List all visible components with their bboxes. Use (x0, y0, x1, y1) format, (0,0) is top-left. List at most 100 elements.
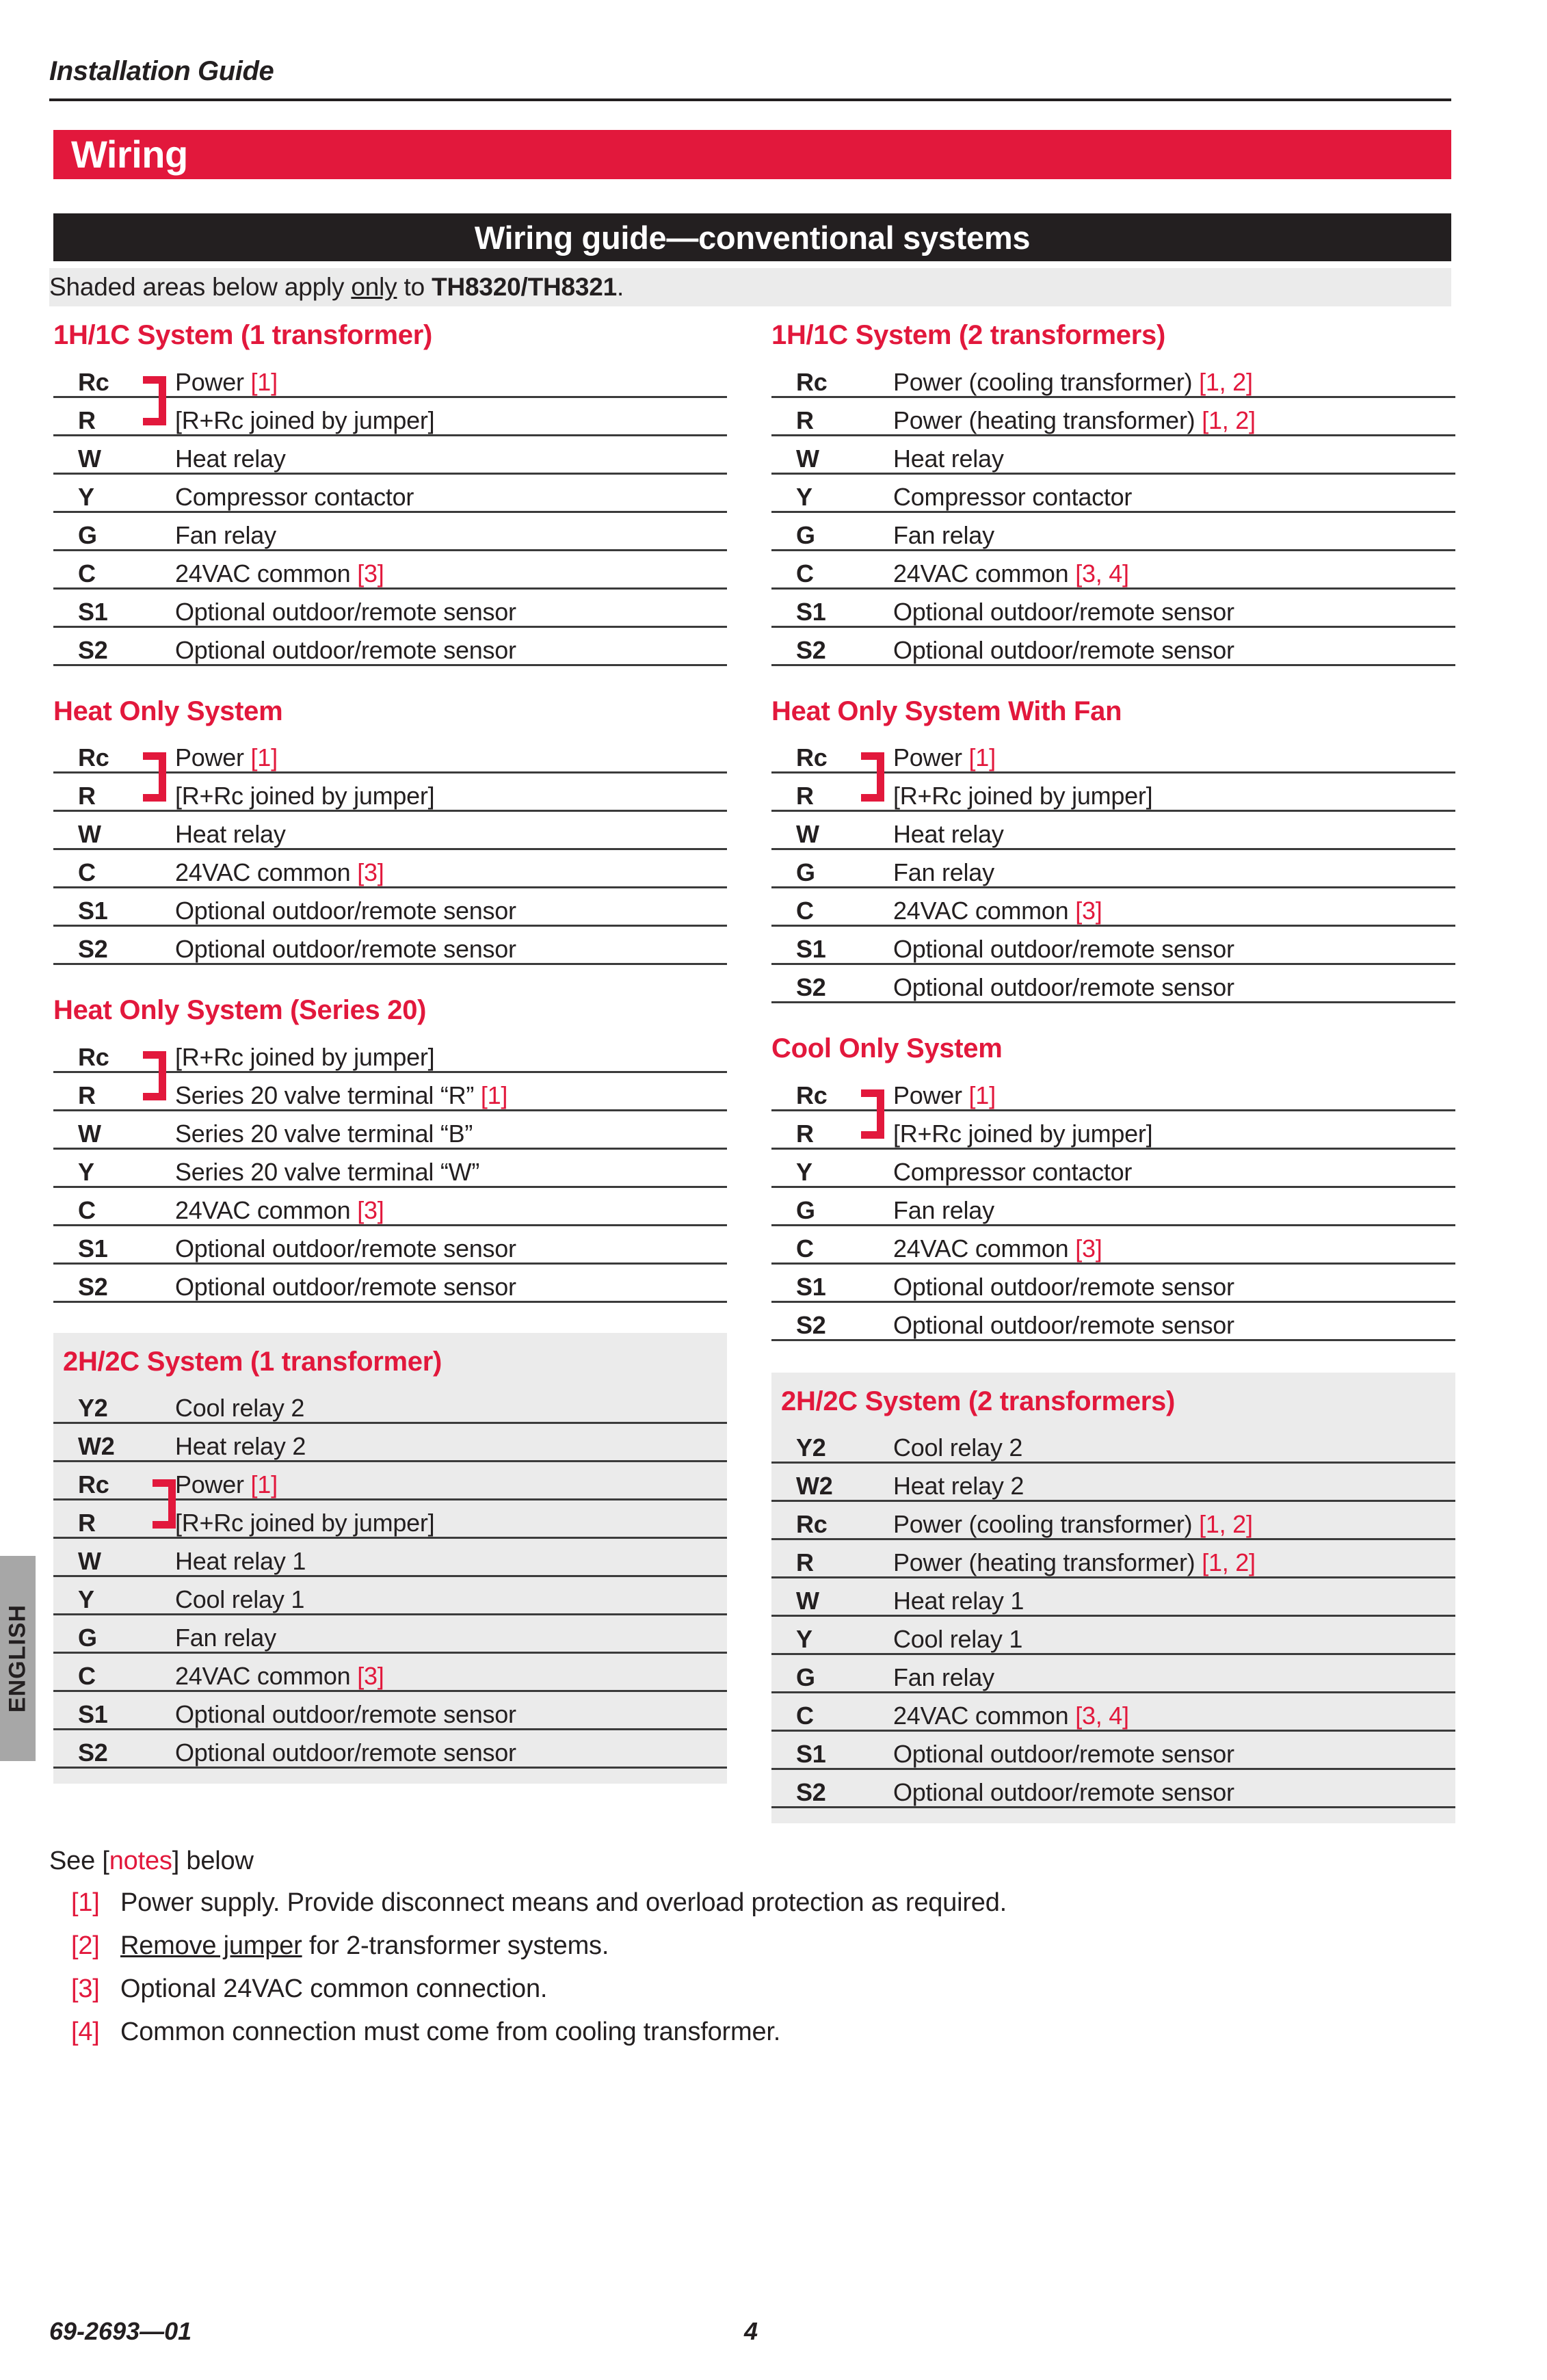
wiring-table-wrap: Rc Power [1] R [R+Rc joined by jumper] W Heat… (53, 358, 727, 666)
wiring-row: S1 Optional outdoor/remote sensor (53, 1691, 727, 1730)
terminal-description-text: Heat relay 1 (893, 1587, 1024, 1615)
terminal-description-text: 24VAC common (175, 1195, 358, 1224)
terminal-description: Power [1] (168, 734, 727, 774)
terminal-label: S1 (771, 588, 886, 628)
terminal-description-text: Fan relay (175, 1624, 276, 1652)
terminal-label: R (771, 397, 886, 436)
note-marker: [3] (71, 1974, 100, 2003)
terminal-description-text: Heat relay 1 (175, 1547, 306, 1575)
terminal-label: C (53, 550, 168, 590)
terminal-description-text: Fan relay (893, 1195, 994, 1224)
wiring-row: Rc Power (cooling transformer) [1, 2] (771, 358, 1455, 398)
terminal-description: 24VAC common [3] (168, 1652, 727, 1692)
notes-lead-post: ] below (172, 1847, 254, 1875)
terminal-description-text: Fan relay (893, 1663, 994, 1691)
terminal-description: Optional outdoor/remote sensor (168, 588, 727, 628)
wiring-row: C 24VAC common [3, 4] (771, 1692, 1455, 1732)
note-reference: [3] (1075, 1234, 1102, 1262)
terminal-label: Y2 (771, 1424, 886, 1464)
terminal-label: Y (771, 473, 886, 513)
terminal-description: Heat relay (886, 810, 1455, 850)
note-reference: [3] (357, 858, 384, 886)
terminal-description-text: Heat relay 2 (893, 1472, 1024, 1500)
note-reference: [1] (968, 1081, 996, 1109)
wiring-row: S2 Optional outdoor/remote sensor (53, 626, 727, 666)
wiring-row: W2 Heat relay 2 (53, 1423, 727, 1462)
wiring-block-title: Heat Only System (Series 20) (53, 995, 427, 1025)
terminal-label: C (53, 1187, 168, 1226)
wiring-row: C 24VAC common [3, 4] (771, 550, 1455, 590)
terminal-description: Series 20 valve terminal “R” [1] (168, 1072, 727, 1111)
terminal-description-text: Heat relay (893, 444, 1004, 473)
terminal-label: C (53, 849, 168, 888)
wiring-row: W Series 20 valve terminal “B” (53, 1110, 727, 1150)
terminal-description-text: [R+Rc joined by jumper] (893, 1119, 1153, 1148)
jumper-bracket-icon (153, 1479, 176, 1529)
terminal-description-text: Optional outdoor/remote sensor (175, 635, 516, 664)
note-reference: [1, 2] (1199, 367, 1253, 396)
terminal-description-text: [R+Rc joined by jumper] (893, 782, 1153, 810)
terminal-label: W (53, 435, 168, 475)
note-item: [3] Optional 24VAC common connection. (49, 1974, 1349, 2018)
terminal-description-text: Power (heating transformer) (893, 406, 1202, 434)
terminal-description-text: Optional outdoor/remote sensor (175, 935, 516, 963)
wiring-row: S1 Optional outdoor/remote sensor (771, 1730, 1455, 1770)
terminal-description: Optional outdoor/remote sensor (886, 626, 1455, 666)
right-column: 1H/1C System (2 transformers) Rc Power (co… (771, 321, 1455, 1823)
terminal-label: S2 (771, 626, 886, 666)
terminal-label: W (53, 1537, 168, 1577)
terminal-description: Power (cooling transformer) [1, 2] (886, 358, 1455, 398)
note-marker: [1] (71, 1888, 100, 1917)
wiring-table-wrap: Rc Power (cooling transformer) [1, 2] R Pow… (771, 358, 1455, 666)
terminal-description: Cool relay 1 (886, 1615, 1455, 1655)
note-text-rest: Power supply. Provide disconnect means a… (120, 1888, 1007, 1917)
terminal-label: S1 (771, 1730, 886, 1770)
wiring-row: G Fan relay (771, 512, 1455, 551)
running-head: Installation Guide (49, 56, 274, 86)
wiring-block-h1c-1t: 1H/1C System (1 transformer) Rc Power [1] R… (53, 321, 727, 666)
terminal-description: Optional outdoor/remote sensor (168, 1691, 727, 1730)
terminal-description-text: Fan relay (893, 520, 994, 549)
note-reference: [1] (250, 743, 278, 771)
terminal-description-text: [R+Rc joined by jumper] (175, 1042, 435, 1071)
chapter-bar: Wiring (53, 130, 1451, 179)
terminal-label: G (771, 1654, 886, 1693)
terminal-description: Optional outdoor/remote sensor (168, 925, 727, 965)
terminal-description-text: [R+Rc joined by jumper] (175, 1509, 435, 1537)
wiring-block-h1c-2t: 1H/1C System (2 transformers) Rc Power (co… (771, 321, 1455, 666)
terminal-description: Power (cooling transformer) [1, 2] (886, 1500, 1455, 1540)
jumper-bracket-icon (143, 752, 166, 802)
note-text: Common connection must come from cooling… (120, 2018, 780, 2047)
terminal-description-text: Cool relay 1 (175, 1585, 305, 1613)
terminal-description-text: Heat relay 2 (175, 1432, 306, 1460)
footer-doc-number: 69-2693—01 (49, 2317, 192, 2345)
terminal-description-text: 24VAC common (893, 559, 1076, 587)
terminal-description: 24VAC common [3] (168, 550, 727, 590)
chapter-title: Wiring (71, 133, 188, 176)
terminal-label: C (771, 1692, 886, 1732)
terminal-description-text: Power (893, 1081, 969, 1109)
terminal-label: S1 (53, 588, 168, 628)
terminal-description: Fan relay (886, 1654, 1455, 1693)
terminal-description: Series 20 valve terminal “W” (168, 1148, 727, 1188)
terminal-label: Y2 (53, 1384, 168, 1424)
note-text-rest: Optional 24VAC common connection. (120, 1974, 548, 2003)
terminal-description: Cool relay 2 (886, 1424, 1455, 1464)
wiring-row: S1 Optional outdoor/remote sensor (53, 588, 727, 628)
terminal-description: Power [1] (168, 358, 727, 398)
terminal-description-text: Power (175, 1470, 251, 1498)
terminal-description: Cool relay 1 (168, 1576, 727, 1615)
wiring-row: G Fan relay (53, 1614, 727, 1654)
section-banner: Wiring guide—conventional systems (53, 213, 1451, 261)
terminal-label: S1 (771, 1263, 886, 1303)
terminal-description: Fan relay (886, 512, 1455, 551)
note-item: [4] Common connection must come from cool… (49, 2018, 1349, 2061)
terminal-label: C (771, 1225, 886, 1265)
terminal-description: Heat relay (168, 810, 727, 850)
terminal-description: Power [1] (168, 1461, 727, 1500)
wiring-row: Y2 Cool relay 2 (53, 1384, 727, 1424)
footer-page-number: 4 (744, 2317, 758, 2345)
terminal-label: Y (53, 473, 168, 513)
wiring-block-title: Cool Only System (771, 1033, 1003, 1063)
note-text-rest: Common connection must come from cooling… (120, 2018, 781, 2046)
